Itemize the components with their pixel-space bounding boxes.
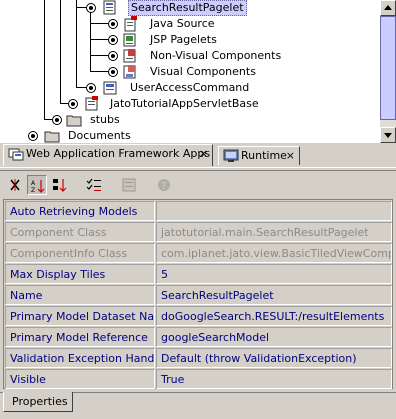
property-value[interactable]: SearchResultPagelet	[156, 285, 392, 305]
property-name: Primary Model Reference	[5, 327, 155, 347]
expand-handle-icon[interactable]	[68, 99, 78, 109]
sort-by-type-button[interactable]	[50, 175, 70, 195]
customizer-button[interactable]	[119, 175, 139, 195]
tree-node-label[interactable]: Visual Components	[148, 64, 258, 80]
property-row-primary-model-dataset-name[interactable]: Primary Model Dataset Name doGoogleSearc…	[5, 306, 392, 327]
arrow-up-icon	[384, 5, 392, 10]
non-visual-components-icon	[123, 49, 136, 63]
folder-icon	[44, 131, 60, 143]
property-value[interactable]: doGoogleSearch.RESULT:/resultElements	[156, 306, 392, 326]
expand-handle-icon[interactable]	[28, 131, 38, 141]
customizer-icon	[122, 178, 136, 192]
tree-node-non-visual-components[interactable]: Non-Visual Components	[0, 48, 380, 64]
unsorted-button[interactable]	[5, 175, 25, 195]
property-value: jatotutorial.main.SearchResultPagelet	[156, 222, 392, 242]
scroll-up-button[interactable]	[380, 0, 396, 16]
help-icon: ?	[158, 179, 170, 192]
sort-by-name-button[interactable]: A Z	[27, 175, 47, 195]
property-value[interactable]: True	[156, 369, 392, 389]
property-value[interactable]	[156, 201, 392, 221]
property-name: Component Class	[5, 222, 155, 242]
property-value: com.iplanet.jato.view.BasicTiledViewComp…	[156, 243, 392, 263]
tree-node-java-source[interactable]: Java Source	[0, 16, 380, 32]
svg-text:A: A	[31, 180, 36, 187]
property-row-primary-model-reference[interactable]: Primary Model Reference googleSearchMode…	[5, 327, 392, 348]
property-name: Visible	[5, 369, 155, 389]
tree-node-useraccesscommand[interactable]: UserAccessCommand	[0, 80, 380, 96]
property-row-componentinfo-class[interactable]: ComponentInfo Class com.iplanet.jato.vie…	[5, 243, 392, 264]
property-row-visible[interactable]: Visible True	[5, 369, 392, 390]
property-value[interactable]: googleSearchModel	[156, 327, 392, 347]
tree-node-visual-components[interactable]: Visual Components	[0, 64, 380, 80]
close-icon[interactable]: ×	[286, 147, 295, 165]
expand-handle-icon[interactable]	[86, 3, 96, 18]
property-row-max-display-tiles[interactable]: Max Display Tiles 5	[5, 264, 392, 285]
web-app-framework-icon	[8, 148, 24, 161]
visual-components-icon	[123, 65, 136, 79]
property-name: ComponentInfo Class	[5, 243, 155, 263]
show-editable-only-button[interactable]	[84, 175, 104, 195]
property-name: Validation Exception Handler	[5, 348, 155, 368]
java-source-icon	[124, 16, 137, 32]
property-name: Max Display Tiles	[5, 264, 155, 284]
tree-node-jsp-pagelets[interactable]: JSP Pagelets	[0, 32, 380, 48]
tab-label: Properties	[12, 395, 68, 408]
tree-node-label[interactable]: SearchResultPagelet	[128, 0, 247, 16]
tree-node-label[interactable]: JSP Pagelets	[148, 32, 219, 48]
property-name: Auto Retrieving Models	[5, 201, 155, 221]
svg-text:Z: Z	[31, 187, 35, 194]
property-sheet-toolbar: A Z ?	[0, 170, 396, 199]
close-icon[interactable]: ×	[199, 145, 208, 163]
help-button[interactable]: ?	[154, 175, 174, 195]
show-editable-only-icon	[86, 178, 101, 191]
property-value[interactable]: Default (throw ValidationException)	[156, 348, 392, 368]
tree-node-documents[interactable]: Documents	[0, 128, 380, 143]
tab-runtime[interactable]: Runtime ×	[218, 146, 300, 165]
tree-node-label[interactable]: Non-Visual Components	[148, 48, 283, 64]
property-name: Name	[5, 285, 155, 305]
property-name: Primary Model Dataset Name	[5, 306, 155, 326]
sort-by-type-icon	[53, 179, 67, 192]
tree-node-label[interactable]: Documents	[66, 128, 133, 143]
jsp-pagelets-icon	[123, 33, 136, 47]
property-row-validation-exception-handler[interactable]: Validation Exception Handler Default (th…	[5, 348, 392, 369]
explorer-tree[interactable]: SearchResultPagelet Java Source JSP Page…	[0, 0, 380, 143]
arrow-down-icon	[384, 133, 392, 138]
svg-text:?: ?	[161, 181, 166, 192]
property-value[interactable]: 5	[156, 264, 392, 284]
tree-node-stubs[interactable]: stubs	[0, 112, 380, 128]
expand-handle-icon[interactable]	[86, 83, 96, 93]
property-row-name[interactable]: Name SearchResultPagelet	[5, 285, 392, 306]
expand-handle-icon[interactable]	[108, 67, 118, 77]
tree-node-label[interactable]: JatoTutorialAppServletBase	[108, 96, 261, 112]
tree-node-searchresultpagelet[interactable]: SearchResultPagelet	[0, 0, 380, 18]
tree-node-label[interactable]: Java Source	[148, 16, 217, 32]
tree-node-jatotutorialappservletbase[interactable]: JatoTutorialAppServletBase	[0, 96, 380, 112]
property-sheet: Auto Retrieving Models Component Class j…	[3, 199, 393, 389]
tab-label: Runtime	[241, 149, 287, 162]
property-sheet-tab-strip: Properties	[0, 392, 396, 419]
tab-properties[interactable]: Properties	[3, 392, 73, 412]
unsorted-icon	[10, 179, 20, 191]
explorer-tab-strip: Web Application Framework Apps × Runtime…	[0, 143, 396, 168]
property-row-component-class[interactable]: Component Class jatotutorial.main.Search…	[5, 222, 392, 243]
command-icon	[103, 81, 117, 95]
property-row-auto-retrieving-models[interactable]: Auto Retrieving Models	[5, 201, 392, 222]
tree-vertical-scrollbar[interactable]	[380, 0, 396, 143]
scroll-down-button[interactable]	[380, 127, 396, 143]
expand-handle-icon[interactable]	[108, 51, 118, 61]
tree-node-label[interactable]: stubs	[88, 112, 122, 128]
tree-node-label[interactable]: UserAccessCommand	[128, 80, 251, 96]
folder-icon	[66, 115, 82, 127]
expand-handle-icon[interactable]	[52, 115, 62, 125]
expand-handle-icon[interactable]	[108, 19, 118, 29]
expand-handle-icon[interactable]	[108, 35, 118, 45]
pagelet-icon	[103, 0, 116, 15]
runtime-icon	[223, 149, 239, 162]
tab-label: Web Application Framework Apps	[26, 147, 211, 160]
tab-web-application-framework-apps[interactable]: Web Application Framework Apps ×	[3, 144, 213, 166]
sort-by-name-icon: A Z	[31, 180, 45, 194]
class-icon	[85, 96, 98, 111]
scroll-thumb[interactable]	[380, 16, 396, 120]
